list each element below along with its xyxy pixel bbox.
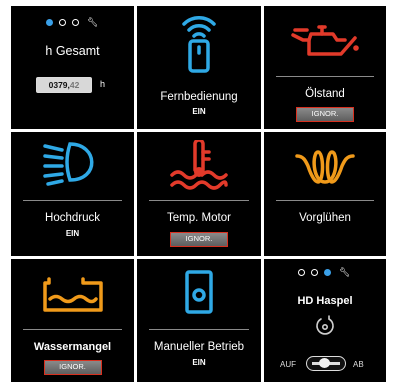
engine-temp-divider xyxy=(149,200,249,201)
tile-oil-level: Ölstand IGNOR. xyxy=(264,6,386,129)
oil-label: Ölstand xyxy=(305,88,345,100)
page-dot xyxy=(311,269,318,276)
water-shortage-divider xyxy=(23,329,122,330)
page-dot-active xyxy=(324,269,331,276)
engine-temp-label: Temp. Motor xyxy=(167,212,231,224)
tile-operating-hours: 🔧︎ h Gesamt 0379,42 h xyxy=(11,6,134,129)
hose-reel-title: HD Haspel xyxy=(297,295,353,307)
direction-right-label: AB xyxy=(353,360,364,369)
tile-hose-reel: 🔧︎ HD Haspel AUF AB xyxy=(264,259,386,382)
operating-hours-title: h Gesamt xyxy=(45,44,100,58)
coolant-temperature-icon xyxy=(137,140,261,190)
engine-temp-ignore-button[interactable]: IGNOR. xyxy=(170,232,228,247)
water-tank-icon xyxy=(11,275,134,313)
wrench-icon: 🔧︎ xyxy=(339,267,351,277)
page-dot xyxy=(298,269,305,276)
hours-counter-int: 0379 xyxy=(48,80,68,90)
manual-mode-icon xyxy=(137,269,261,315)
tile-water-shortage: Wassermangel IGNOR. xyxy=(11,259,134,382)
tile-high-pressure[interactable]: Hochdruck EIN xyxy=(11,132,134,256)
direction-left-label: AUF xyxy=(280,360,296,369)
hose-reel-icon xyxy=(264,315,386,339)
tile-remote-control[interactable]: Fernbedienung EIN xyxy=(137,6,261,129)
preglow-label: Vorglühen xyxy=(299,212,351,224)
oil-divider xyxy=(276,76,374,77)
high-pressure-status: EIN xyxy=(65,229,80,238)
direction-toggle[interactable] xyxy=(306,356,346,371)
water-shortage-ignore-button[interactable]: IGNOR. xyxy=(43,360,102,375)
wrench-icon: 🔧︎ xyxy=(87,17,99,27)
toggle-knob xyxy=(319,358,330,368)
high-beam-icon xyxy=(11,138,134,186)
page-dot-active xyxy=(46,19,53,26)
preglow-divider xyxy=(276,200,374,201)
manual-mode-divider xyxy=(149,329,249,330)
manual-mode-status: EIN xyxy=(192,358,206,367)
remote-control-icon xyxy=(137,12,261,74)
page-indicator: 🔧︎ xyxy=(46,17,98,28)
page-indicator: 🔧︎ xyxy=(298,267,350,278)
remote-label: Fernbedienung xyxy=(160,91,238,103)
tile-manual-mode[interactable]: Manueller Betrieb EIN xyxy=(137,259,261,382)
page-dot xyxy=(59,19,66,26)
high-pressure-divider xyxy=(23,200,122,201)
water-shortage-label: Wassermangel xyxy=(33,341,112,353)
tile-engine-temperature: Temp. Motor IGNOR. xyxy=(137,132,261,256)
hours-unit: h xyxy=(100,79,106,89)
page-dot xyxy=(72,19,79,26)
glow-plug-icon xyxy=(264,148,386,186)
hours-counter-dec: 42 xyxy=(69,80,80,90)
hours-counter: 0379,42 xyxy=(36,77,92,93)
oil-ignore-button[interactable]: IGNOR. xyxy=(296,107,354,122)
oil-can-icon xyxy=(264,24,386,60)
manual-mode-label: Manueller Betrieb xyxy=(153,341,245,353)
status-grid: 🔧︎ h Gesamt 0379,42 h Fernbedienung EIN xyxy=(0,0,397,382)
remote-status: EIN xyxy=(192,107,206,116)
tile-preglow: Vorglühen xyxy=(264,132,386,256)
high-pressure-label: Hochdruck xyxy=(45,212,100,224)
